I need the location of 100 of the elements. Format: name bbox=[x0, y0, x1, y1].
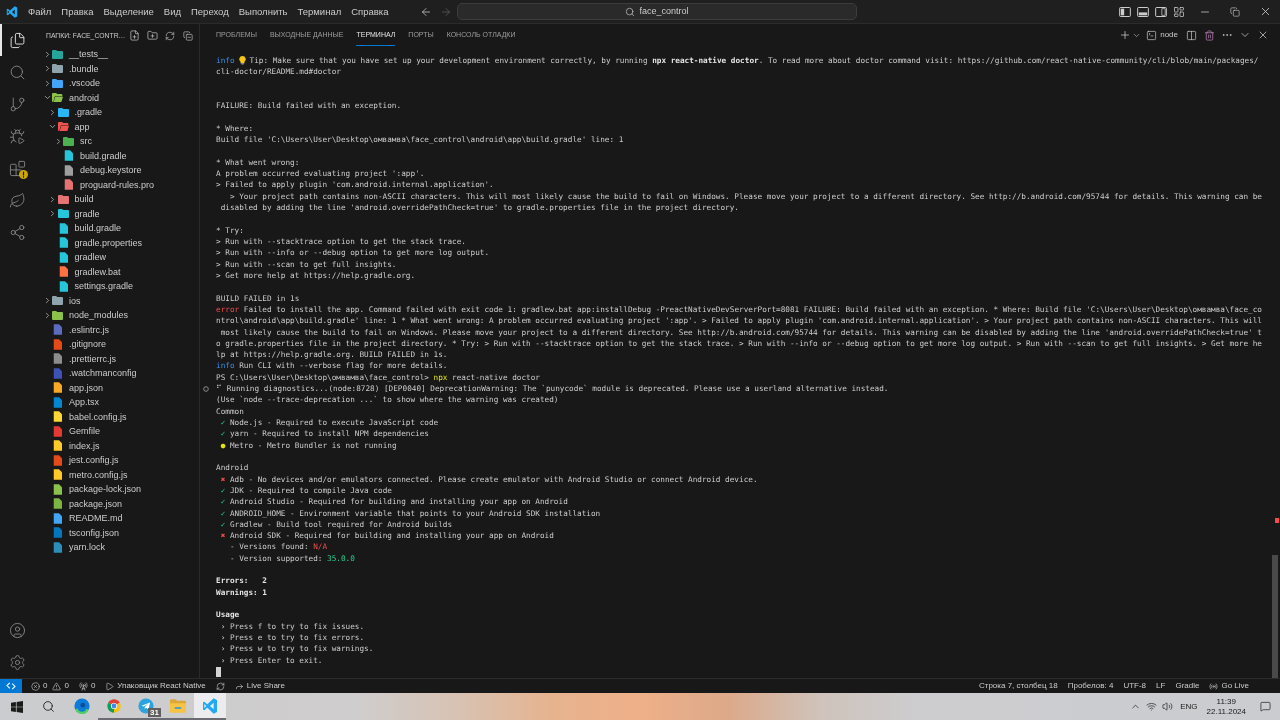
tree-item[interactable]: app bbox=[32, 119, 199, 134]
tree-item[interactable]: jest.config.js bbox=[32, 453, 199, 468]
file-explorer-icon bbox=[170, 698, 186, 713]
tree-item[interactable]: babel.config.js bbox=[32, 409, 199, 424]
wifi-icon bbox=[1145, 701, 1157, 712]
overview-ruler-mark bbox=[1275, 518, 1279, 523]
tree-item[interactable]: debug.keystore bbox=[32, 163, 199, 178]
tree-item[interactable]: App.tsx bbox=[32, 395, 199, 410]
tree-item[interactable]: package.json bbox=[32, 496, 199, 511]
close-icon bbox=[1257, 29, 1269, 41]
message-icon bbox=[1259, 701, 1271, 712]
status-item[interactable]: Строка 7, столбец 18 bbox=[973, 679, 1063, 693]
arrow-right-icon bbox=[440, 5, 452, 18]
refresh-icon bbox=[165, 30, 176, 41]
lightbulb-icon bbox=[238, 56, 246, 66]
tree-item[interactable]: package-lock.json bbox=[32, 482, 199, 497]
tree-item[interactable]: gradle bbox=[32, 206, 199, 221]
user-circle-icon bbox=[8, 621, 26, 639]
collapse-icon bbox=[183, 30, 194, 41]
command-center[interactable]: face_control bbox=[457, 3, 857, 20]
menu-item[interactable]: Справка bbox=[346, 5, 394, 18]
clock-date: 22.11.2024 bbox=[1206, 706, 1246, 717]
go-live-button[interactable]: Go Live bbox=[1204, 679, 1254, 693]
status-item[interactable]: Пробелов: 4 bbox=[1062, 679, 1119, 693]
clock-time: 11:39 bbox=[1216, 696, 1236, 707]
tree-item[interactable]: node_modules bbox=[32, 308, 199, 323]
leaf-icon bbox=[8, 191, 26, 209]
columns-icon bbox=[1185, 29, 1197, 41]
broadcast-icon bbox=[1209, 681, 1219, 691]
menu-item[interactable]: Файл bbox=[23, 5, 57, 18]
tree-item[interactable]: gradle.properties bbox=[32, 235, 199, 250]
menu-item[interactable]: Правка bbox=[56, 5, 99, 18]
files-icon bbox=[8, 31, 26, 49]
terminal-icon bbox=[1146, 29, 1158, 41]
tree-item[interactable]: .eslintrc.js bbox=[32, 322, 199, 337]
problems-button[interactable]: 0 0 bbox=[26, 679, 74, 693]
ports-button[interactable]: 0 bbox=[73, 679, 101, 693]
tree-item[interactable]: tsconfig.json bbox=[32, 525, 199, 540]
tree-item[interactable]: build.gradle bbox=[32, 221, 199, 236]
clock-button[interactable]: 11:39 22.11.2024 bbox=[1202, 693, 1250, 720]
menu-item[interactable]: Вид bbox=[158, 5, 186, 18]
terminal-cursor bbox=[216, 666, 221, 677]
tree-item[interactable]: gradlew.bat bbox=[32, 264, 199, 279]
tree-item[interactable]: index.js bbox=[32, 438, 199, 453]
menu-item[interactable]: Выполнить bbox=[233, 5, 293, 18]
tree-item[interactable]: app.json bbox=[32, 380, 199, 395]
tree-item[interactable]: build.gradle bbox=[32, 148, 199, 163]
layout-grid-icon bbox=[1173, 5, 1185, 18]
tree-item[interactable]: android bbox=[32, 90, 199, 105]
bug-play-icon bbox=[8, 127, 26, 145]
tree-item[interactable]: Gemfile bbox=[32, 424, 199, 439]
tree-item[interactable]: ios bbox=[32, 293, 199, 308]
live-share-button[interactable]: Live Share bbox=[229, 679, 290, 693]
forward-arrow-icon bbox=[234, 681, 244, 691]
tree-item[interactable]: yarn.lock bbox=[32, 540, 199, 555]
tree-item[interactable]: .watchmanconfig bbox=[32, 366, 199, 381]
tree-item[interactable]: metro.config.js bbox=[32, 467, 199, 482]
search-icon bbox=[41, 700, 55, 713]
status-item[interactable]: UTF-8 bbox=[1118, 679, 1152, 693]
terminal-tab[interactable]: node bbox=[1146, 24, 1178, 46]
status-item[interactable]: Gradle bbox=[1170, 679, 1205, 693]
messenger-app-button[interactable]: 31 bbox=[130, 693, 162, 720]
language-button[interactable]: ENG bbox=[1175, 693, 1203, 720]
chrome-browser-icon bbox=[106, 697, 122, 714]
vscode-logo-icon bbox=[5, 5, 18, 18]
tree-item[interactable]: README.md bbox=[32, 511, 199, 526]
menu-item[interactable]: Выделение bbox=[98, 5, 159, 18]
file-plus-icon bbox=[128, 30, 140, 41]
tree-item[interactable]: .gitignore bbox=[32, 337, 199, 352]
status-item[interactable]: LF bbox=[1151, 679, 1171, 693]
branch-icon bbox=[8, 95, 26, 113]
menu-item[interactable]: Переход bbox=[186, 5, 234, 18]
unread-count: 31 bbox=[148, 708, 161, 717]
tree-item[interactable]: .vscode bbox=[32, 76, 199, 91]
vscode-icon bbox=[202, 697, 218, 714]
trash-icon bbox=[1203, 29, 1215, 41]
refresh-icon bbox=[215, 681, 225, 691]
speaker-icon bbox=[1161, 701, 1173, 712]
remote-icon bbox=[6, 682, 16, 690]
restore-icon bbox=[1230, 6, 1240, 17]
tree-item[interactable]: .gradle bbox=[32, 105, 199, 120]
windows-logo-icon bbox=[11, 700, 23, 713]
tree-item[interactable]: proguard-rules.pro bbox=[32, 177, 199, 192]
settings-icon bbox=[8, 653, 26, 671]
code-editor-app-button[interactable] bbox=[194, 693, 226, 720]
tree-item[interactable]: build bbox=[32, 192, 199, 207]
tree-item[interactable]: .bundle bbox=[32, 61, 199, 76]
arrow-left-icon bbox=[420, 5, 432, 18]
folder-plus-icon bbox=[146, 30, 158, 41]
play-icon bbox=[105, 681, 115, 691]
edge-browser-icon bbox=[74, 697, 90, 714]
tree-item[interactable]: __tests__ bbox=[32, 47, 199, 62]
error-icon bbox=[31, 681, 40, 691]
run-button[interactable]: Упаковщик React Native bbox=[100, 679, 211, 693]
menu-item[interactable]: Терминал bbox=[292, 5, 347, 18]
tree-item[interactable]: settings.gradle bbox=[32, 279, 199, 294]
plus-icon bbox=[1118, 29, 1131, 41]
tree-item[interactable]: gradlew bbox=[32, 250, 199, 265]
tree-item[interactable]: src bbox=[32, 134, 199, 149]
tree-item[interactable]: .prettierrc.js bbox=[32, 351, 199, 366]
